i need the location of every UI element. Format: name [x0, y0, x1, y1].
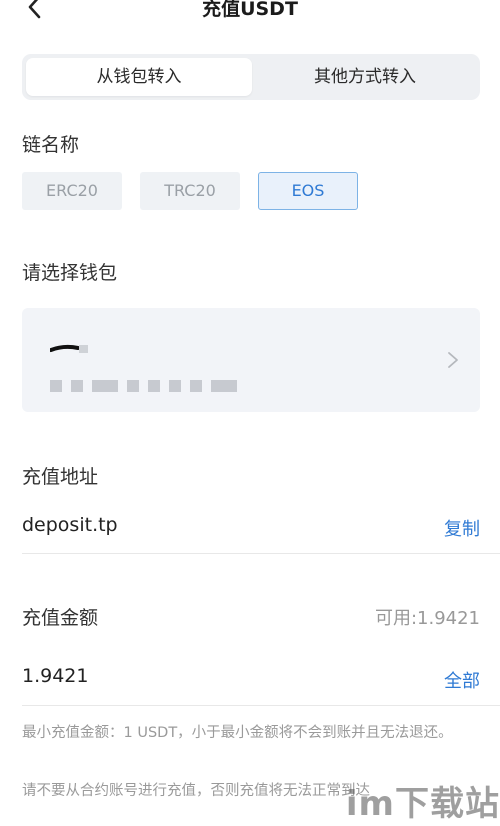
source-tabs: 从钱包转入 其他方式转入	[22, 54, 480, 100]
available-balance: 可用:1.9421	[374, 608, 480, 629]
wallet-selector[interactable]	[22, 308, 480, 412]
chain-option-erc20[interactable]: ERC20	[22, 172, 122, 210]
chain-name-label: 链名称	[22, 134, 80, 156]
page-title: 充值USDT	[202, 0, 298, 20]
select-wallet-label: 请选择钱包	[22, 262, 118, 284]
deposit-address-label: 充值地址	[22, 466, 99, 488]
tab-other-methods[interactable]: 其他方式转入	[252, 58, 478, 96]
watermark: im下载站	[345, 784, 500, 824]
chain-option-eos[interactable]: EOS	[258, 172, 358, 210]
top-bar: 充值USDT	[0, 0, 500, 28]
chain-option-trc20[interactable]: TRC20	[140, 172, 240, 210]
min-amount-notice: 最小充值金额：1 USDT，小于最小金额将不会到账并且无法退还。	[22, 725, 453, 741]
all-button[interactable]: 全部	[444, 667, 480, 693]
chevron-right-icon	[448, 352, 458, 368]
tab-from-wallet[interactable]: 从钱包转入	[26, 58, 252, 96]
divider	[22, 705, 500, 706]
copy-button[interactable]: 复制	[444, 515, 480, 541]
amount-input[interactable]: 1.9421	[22, 665, 88, 687]
deposit-amount-label: 充值金额	[22, 607, 99, 629]
deposit-address-value: deposit.tp	[22, 514, 118, 536]
wallet-name-redacted	[50, 344, 88, 353]
divider	[22, 553, 500, 554]
wallet-address-redacted	[50, 380, 246, 392]
